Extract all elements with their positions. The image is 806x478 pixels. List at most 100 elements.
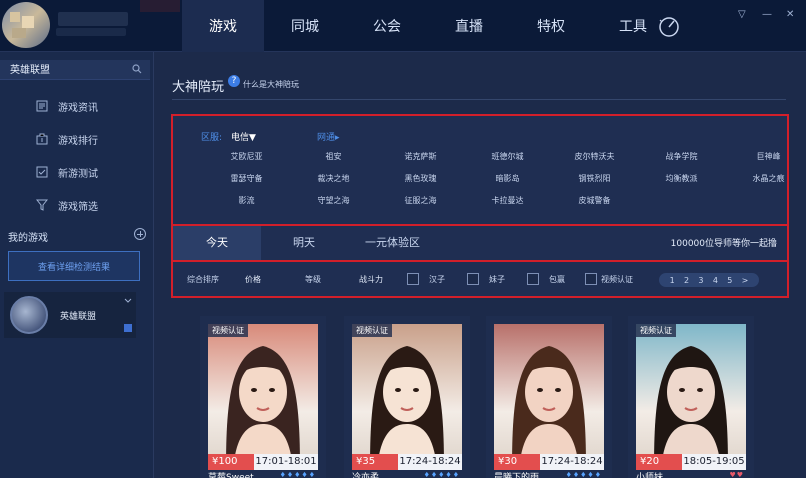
tab-trial-zone[interactable]: 一元体验区 (365, 226, 465, 260)
server-option[interactable]: 钢铁烈阳 (551, 172, 638, 185)
server-option[interactable]: 雷瑟守备 (203, 172, 290, 185)
my-game-card[interactable]: 英雄联盟 (4, 292, 136, 338)
video-verified-badge: 视频认证 (208, 324, 248, 337)
search-icon[interactable] (132, 64, 142, 74)
server-option[interactable]: 班德尔城 (464, 150, 551, 163)
speed-gauge-icon[interactable] (656, 14, 682, 40)
sort-power[interactable]: 战斗力 (359, 274, 383, 285)
server-option[interactable]: 艾欧尼亚 (203, 150, 290, 163)
portrait-image (226, 346, 300, 470)
page-1[interactable]: 1 (670, 276, 675, 285)
view-detection-button[interactable]: 查看详细检测结果 (8, 251, 140, 281)
page-2[interactable]: 2 (684, 276, 689, 285)
server-option[interactable]: 守望之海 (290, 194, 377, 207)
nav-tab-privilege[interactable]: 特权 (510, 0, 592, 52)
server-option[interactable]: 战争学院 (638, 150, 725, 163)
my-games-header: 我的游戏 (8, 228, 148, 244)
mentor-name[interactable]: 草莓Sweet... (208, 470, 262, 478)
server-option[interactable]: 征服之海 (377, 194, 464, 207)
server-option[interactable]: 巨神峰 (725, 150, 806, 163)
video-verified-badge: 视频认证 (352, 324, 392, 337)
server-option[interactable]: 诺克萨斯 (377, 150, 464, 163)
mentor-name[interactable]: 冷亦柔 (352, 470, 379, 478)
pagination: 1 2 3 4 5 > (659, 273, 759, 287)
mentor-time-slot: 17:24-18:24 (398, 454, 462, 470)
page-next[interactable]: > (742, 276, 749, 285)
mentor-name[interactable]: 小师妹 (636, 470, 663, 478)
divider (172, 99, 786, 100)
gift-icon[interactable] (124, 324, 132, 332)
server-option[interactable]: 均衡教派 (638, 172, 725, 185)
page-4[interactable]: 4 (713, 276, 718, 285)
sort-level[interactable]: 等级 (305, 274, 321, 285)
username-blur (58, 12, 128, 26)
add-game-icon[interactable] (134, 228, 146, 240)
region-label: 区服: (201, 133, 223, 143)
checkbox-video-verified[interactable] (585, 273, 597, 285)
mentor-photo: 视频认证 ¥100 17:01-18:01 (208, 324, 318, 470)
banner-decoration (140, 0, 180, 12)
mentor-count-note: 100000位导师等你一起撸 (670, 239, 777, 249)
close-icon[interactable]: ✕ (786, 10, 796, 20)
tab-today[interactable]: 今天 (173, 226, 261, 260)
mentor-card[interactable]: 视频认证 ¥35 17:24-18:24 冷亦柔 ♦♦♦♦♦ (344, 316, 470, 478)
sort-price[interactable]: 价格 (245, 274, 261, 285)
rank-badges: ♦♦♦♦♦ (423, 471, 460, 478)
checkbox-female[interactable] (467, 273, 479, 285)
server-selector: 区服: 电信▼ 网通▸ 艾欧尼亚 祖安 诺克萨斯 班德尔城 皮尔特沃夫 战争学院 巨神峰 雷瑟… (171, 114, 789, 226)
checkbox-video-label: 视频认证 (601, 275, 633, 284)
mentor-name[interactable]: 晨曦下的雨... (494, 470, 548, 478)
mentor-photo: 视频认证 ¥20 18:05-19:05 (636, 324, 746, 470)
minimize-icon[interactable]: — (762, 10, 772, 20)
nav-tab-live[interactable]: 直播 (428, 0, 510, 52)
user-avatar[interactable] (2, 2, 50, 48)
nav-tab-guild[interactable]: 公会 (346, 0, 428, 52)
tab-tomorrow[interactable]: 明天 (293, 226, 353, 260)
checkbox-guaranteed-win[interactable] (527, 273, 539, 285)
server-option[interactable]: 黑色玫瑰 (377, 172, 464, 185)
mentor-price: ¥30 (494, 454, 540, 470)
page-3[interactable]: 3 (698, 276, 703, 285)
mentor-card[interactable]: 视频认证 ¥20 18:05-19:05 小师妹 ♥♥ (628, 316, 754, 478)
mentor-card[interactable]: 视频认证 ¥100 17:01-18:01 草莓Sweet... ♦♦♦♦♦ (200, 316, 326, 478)
chevron-down-icon[interactable] (124, 298, 132, 304)
region-option-netcom[interactable]: 网通▸ (317, 130, 340, 143)
rank-badges: ♥♥ (729, 471, 744, 478)
portrait-image (512, 346, 586, 470)
mentor-price: ¥35 (352, 454, 398, 470)
sidebar-item-label: 游戏排行 (58, 136, 98, 147)
server-option[interactable]: 祖安 (290, 150, 377, 163)
sidebar-item-news[interactable]: 游戏资讯 (0, 90, 154, 123)
game-name: 英雄联盟 (60, 312, 97, 322)
nav-tab-local[interactable]: 同城 (264, 0, 346, 52)
sort-overall[interactable]: 综合排序 (187, 274, 219, 285)
mentor-time-slot: 18:05-19:05 (682, 454, 746, 470)
server-option[interactable]: 水晶之痕 (725, 172, 806, 185)
mentor-photo: 视频认证 ¥35 17:24-18:24 (352, 324, 462, 470)
checkbox-female-label: 妹子 (489, 275, 505, 284)
sidebar-item-ranking[interactable]: 游戏排行 (0, 123, 154, 156)
game-search-input[interactable] (10, 63, 120, 74)
server-option[interactable]: 卡拉曼达 (464, 194, 551, 207)
help-icon[interactable]: ? (228, 75, 240, 87)
server-option[interactable]: 皮城警备 (551, 194, 638, 207)
server-option[interactable]: 暗影岛 (464, 172, 551, 185)
user-subtitle-blur (56, 28, 126, 36)
test-icon (36, 166, 48, 178)
help-link[interactable]: 什么是大神陪玩 (243, 79, 299, 90)
menu-dropdown-icon[interactable]: ▽ (738, 10, 748, 20)
video-verified-badge: 视频认证 (636, 324, 676, 337)
sidebar-item-filter[interactable]: 游戏筛选 (0, 189, 154, 222)
page-5[interactable]: 5 (727, 276, 732, 285)
checkbox-win-label: 包赢 (549, 275, 565, 284)
server-option[interactable]: 影流 (203, 194, 290, 207)
mentor-card[interactable]: ¥30 17:24-18:24 晨曦下的雨... ♦♦♦♦♦ (486, 316, 612, 478)
region-dropdown-telecom[interactable]: 电信▼ (231, 130, 256, 143)
nav-tab-games[interactable]: 游戏 (182, 0, 264, 52)
server-option[interactable]: 裁决之地 (290, 172, 377, 185)
checkbox-male[interactable] (407, 273, 419, 285)
mentor-photo: ¥30 17:24-18:24 (494, 324, 604, 470)
mentor-price: ¥100 (208, 454, 254, 470)
server-option[interactable]: 皮尔特沃夫 (551, 150, 638, 163)
sidebar-item-new-test[interactable]: 新游测试 (0, 156, 154, 189)
